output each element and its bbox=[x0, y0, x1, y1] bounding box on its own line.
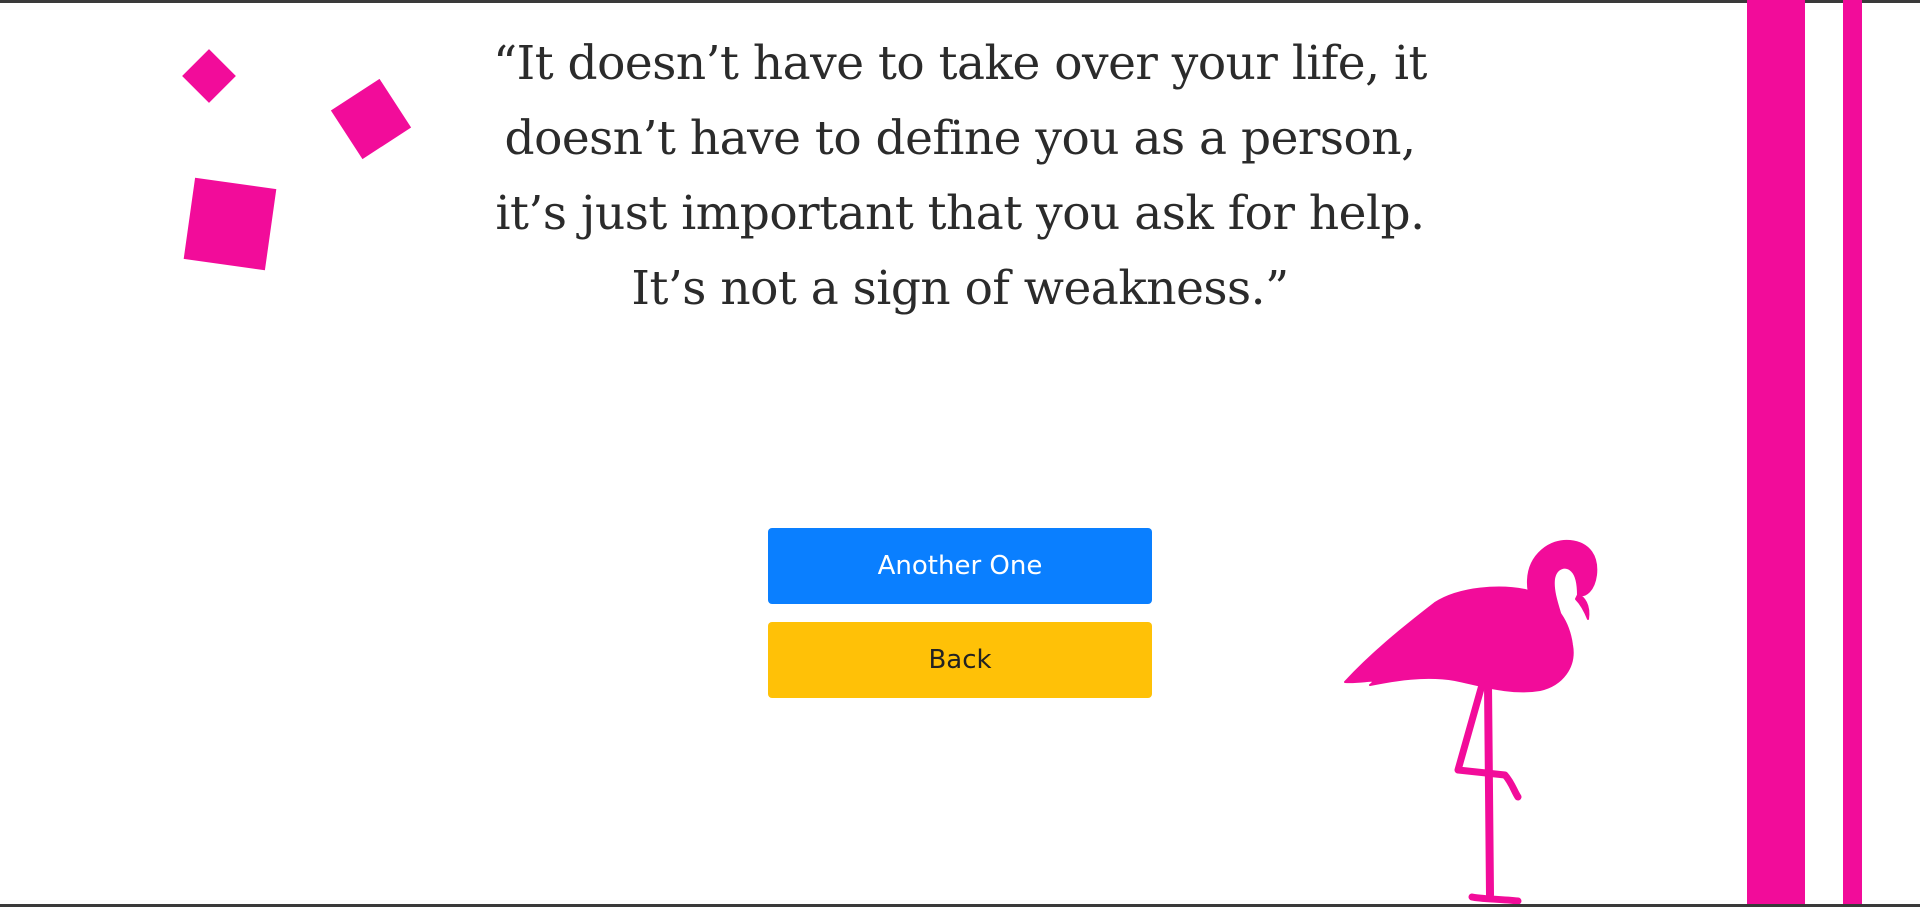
decorative-square-large bbox=[183, 177, 277, 271]
decorative-square-small bbox=[182, 49, 236, 103]
quote-text: “It doesn’t have to take over your life,… bbox=[493, 36, 1427, 316]
decorative-stripe-narrow bbox=[1843, 0, 1862, 907]
window-top-border bbox=[0, 0, 1920, 3]
decorative-square-medium bbox=[330, 78, 412, 160]
decorative-stripe-wide bbox=[1747, 0, 1805, 907]
another-one-button[interactable]: Another One bbox=[768, 528, 1152, 604]
back-button[interactable]: Back bbox=[768, 622, 1152, 698]
flamingo-icon bbox=[1344, 539, 1598, 905]
